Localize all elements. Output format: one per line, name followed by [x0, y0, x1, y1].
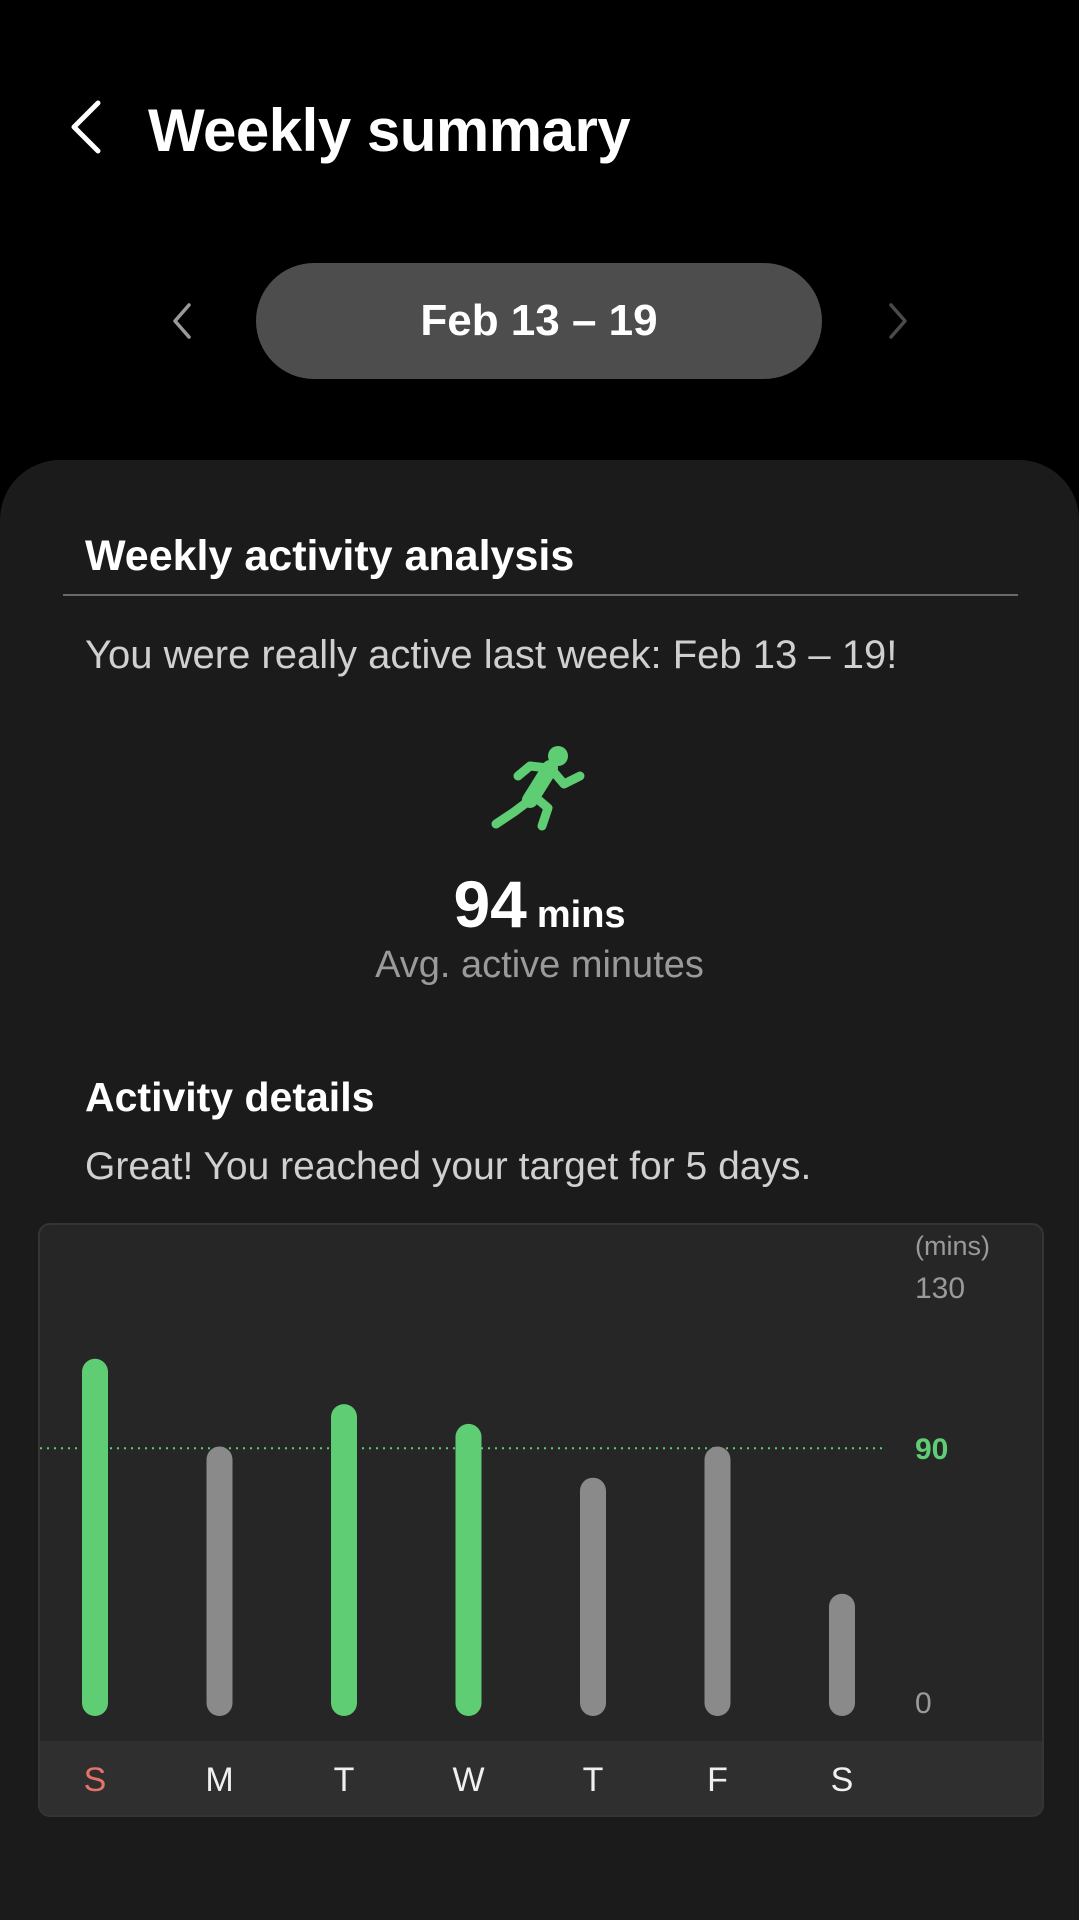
- analysis-summary-text: You were really active last week: Feb 13…: [85, 633, 898, 677]
- activity-bar: [82, 1358, 108, 1716]
- activity-details-text: Great! You reached your target for 5 day…: [85, 1145, 812, 1188]
- day-label: M: [205, 1761, 233, 1799]
- date-range-pill[interactable]: Feb 13 – 19: [256, 263, 822, 379]
- back-button[interactable]: [56, 92, 116, 162]
- day-label: S: [831, 1761, 854, 1799]
- activity-bar: [455, 1423, 482, 1716]
- activity-bar-chart: (mins) 130 90 0 S M T W T F S: [40, 1231, 990, 1799]
- target-value-label: 90: [915, 1433, 948, 1466]
- section-title: Weekly activity analysis: [85, 532, 575, 580]
- avg-value: 94: [453, 867, 527, 941]
- day-label: S: [84, 1761, 107, 1799]
- activity-bar: [331, 1404, 357, 1716]
- activity-chart[interactable]: (mins) 130 90 0 S M T W T F S: [38, 1223, 1044, 1817]
- activity-bar: [580, 1477, 606, 1716]
- day-label: W: [452, 1761, 484, 1799]
- day-label: T: [334, 1761, 355, 1799]
- activity-bar: [206, 1446, 233, 1716]
- avg-active-minutes: 94 mins: [0, 866, 1079, 942]
- chevron-left-icon: [173, 303, 191, 339]
- running-person-icon: [490, 744, 590, 832]
- chevron-right-icon: [889, 303, 907, 339]
- day-label: F: [707, 1761, 728, 1799]
- chevron-left-icon: [71, 100, 101, 154]
- activity-details-title: Activity details: [85, 1074, 375, 1120]
- avg-unit: mins: [536, 894, 626, 936]
- activity-bar: [704, 1446, 731, 1716]
- date-navigator: Feb 13 – 19: [0, 263, 1079, 379]
- y-tick-label: 0: [915, 1687, 932, 1720]
- y-unit-label: (mins): [915, 1231, 990, 1261]
- y-tick-label: 130: [915, 1272, 965, 1305]
- avg-label: Avg. active minutes: [375, 944, 704, 986]
- app-header: Weekly summary: [0, 0, 1079, 260]
- previous-week-button[interactable]: [160, 291, 204, 351]
- day-label: T: [583, 1761, 604, 1799]
- activity-bar: [829, 1593, 855, 1716]
- next-week-button[interactable]: [876, 291, 920, 351]
- section-divider: [63, 594, 1018, 596]
- page-title: Weekly summary: [148, 97, 631, 164]
